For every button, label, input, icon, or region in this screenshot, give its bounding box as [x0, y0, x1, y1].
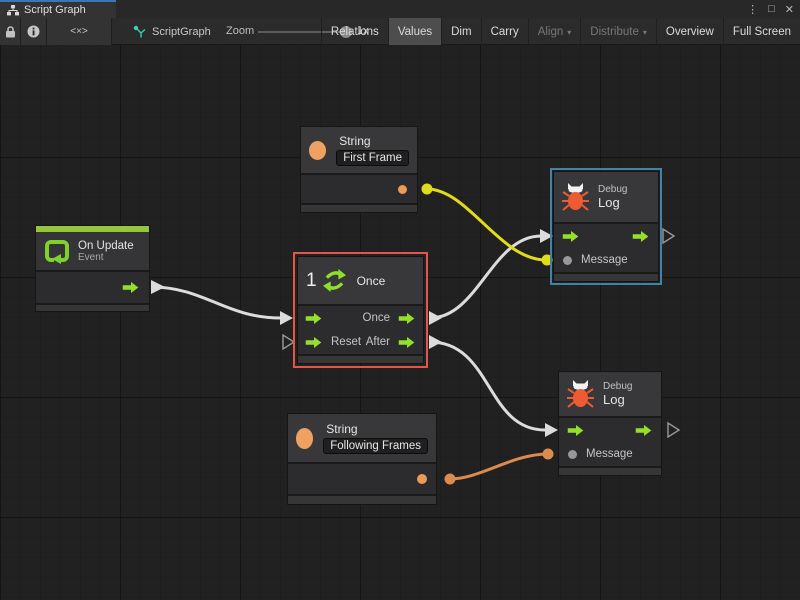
message-input-port[interactable]	[563, 256, 572, 265]
lock-icon	[5, 26, 16, 38]
toolbar-buttons: Relations Values Dim Carry Align ▾ Distr…	[321, 18, 800, 45]
graph-name-label: ScriptGraph	[152, 26, 211, 38]
string-type-icon	[309, 141, 326, 160]
bug-icon	[562, 182, 589, 212]
distribute-label: Distribute	[590, 26, 639, 38]
string-output-port[interactable]	[417, 474, 427, 484]
port-label-reset: Reset	[331, 336, 361, 348]
node-on-update[interactable]: On Update Event	[35, 225, 150, 312]
message-input-port[interactable]	[568, 450, 577, 459]
flow-input-port[interactable]	[566, 425, 586, 436]
port-label-after: After	[366, 336, 390, 348]
tab-script-graph[interactable]: Script Graph	[0, 0, 116, 18]
distribute-button[interactable]: Distribute ▾	[580, 18, 656, 45]
node-title: Log	[603, 392, 632, 407]
node-once[interactable]: 1 Once Once Reset After	[297, 256, 424, 364]
align-button[interactable]: Align ▾	[528, 18, 581, 45]
port-label-message: Message	[581, 254, 628, 266]
node-surtitle: Debug	[603, 381, 632, 392]
port-label-message: Message	[586, 448, 633, 460]
graph-hierarchy-icon	[7, 5, 19, 16]
node-title: String	[326, 422, 428, 436]
dim-button[interactable]: Dim	[441, 18, 480, 45]
flow-output-port[interactable]	[634, 425, 654, 436]
node-debug-log-top[interactable]: Debug Log Message	[553, 171, 659, 282]
overview-button[interactable]: Overview	[656, 18, 723, 45]
maximize-icon[interactable]: □	[768, 3, 775, 15]
relations-button[interactable]: Relations	[321, 18, 388, 45]
chevron-down-icon: ▾	[567, 28, 571, 37]
node-surtitle: Debug	[598, 184, 627, 195]
titlebar: Script Graph ⋮ □ ✕	[0, 0, 800, 18]
once-cycle-icon	[323, 268, 346, 293]
flow-input-port[interactable]	[561, 231, 581, 242]
flow-input-port[interactable]	[304, 313, 324, 324]
window-menu-icon[interactable]: ⋮	[747, 3, 758, 16]
node-string-first[interactable]: String First Frame	[300, 126, 418, 213]
node-title: String	[339, 134, 409, 148]
node-title: Once	[357, 274, 386, 288]
node-title: On Update	[78, 240, 134, 252]
flow-input-port[interactable]	[304, 337, 324, 348]
once-iteration-count: 1	[306, 270, 317, 292]
flow-output-port[interactable]	[397, 337, 417, 348]
toolbar: <×> ScriptGraph Zoom 1x Relations Values…	[0, 18, 800, 45]
node-title: Log	[598, 195, 627, 210]
lock-button[interactable]	[0, 18, 21, 45]
close-icon[interactable]: ✕	[785, 3, 794, 16]
zoom-label: Zoom	[226, 25, 254, 37]
string-value-field[interactable]: Following Frames	[323, 438, 428, 454]
node-debug-log-bottom[interactable]: Debug Log Message	[558, 371, 662, 476]
info-icon	[27, 25, 40, 38]
string-type-icon	[296, 428, 313, 449]
on-update-loop-icon	[44, 238, 70, 264]
values-button[interactable]: Values	[388, 18, 441, 45]
carry-button[interactable]: Carry	[481, 18, 528, 45]
script-graph-window: Script Graph ⋮ □ ✕ <×>	[0, 0, 800, 600]
script-graph-icon	[133, 25, 146, 38]
flow-output-port[interactable]	[121, 282, 141, 293]
flow-output-port[interactable]	[397, 313, 417, 324]
node-subtitle: Event	[78, 252, 134, 263]
string-output-port[interactable]	[398, 185, 407, 194]
chevron-down-icon: ▾	[643, 28, 647, 37]
code-view-button[interactable]: <×>	[47, 18, 112, 45]
node-string-following[interactable]: String Following Frames	[287, 413, 437, 505]
string-value-field[interactable]: First Frame	[336, 150, 409, 166]
fullscreen-button[interactable]: Full Screen	[723, 18, 800, 45]
align-label: Align	[538, 26, 564, 38]
bug-icon	[567, 379, 594, 409]
tab-title: Script Graph	[24, 4, 86, 16]
graph-name[interactable]: ScriptGraph	[133, 18, 211, 45]
port-label-once: Once	[363, 312, 391, 324]
info-button[interactable]	[21, 18, 47, 45]
flow-output-port[interactable]	[631, 231, 651, 242]
